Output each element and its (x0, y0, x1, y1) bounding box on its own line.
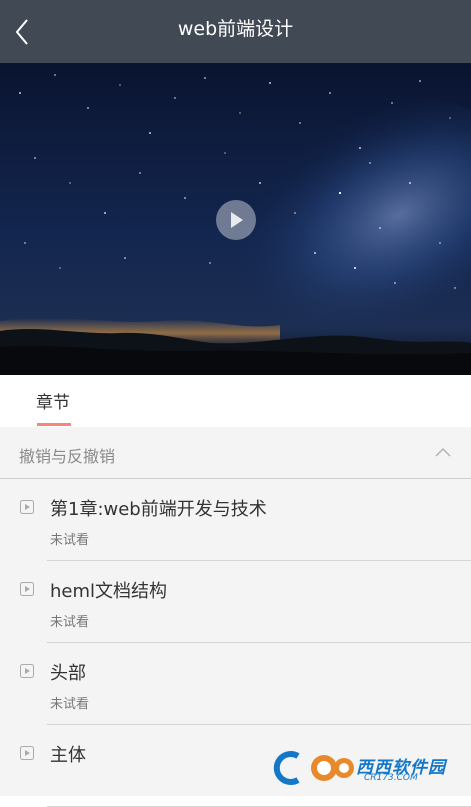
section-title: 撤销与反撤销 (19, 447, 116, 466)
lesson-title: heml文档结构 (50, 581, 168, 602)
section-header[interactable]: 撤销与反撤销 (0, 427, 471, 479)
watermark-subtext: CR173.COM (364, 773, 418, 783)
active-tab-indicator (37, 423, 71, 426)
lesson-item[interactable]: 第1章:web前端开发与技术 未试看 (0, 479, 471, 561)
lesson-title: 头部 (50, 663, 86, 684)
lesson-title: 主体 (50, 745, 86, 766)
video-lesson-icon (20, 582, 34, 596)
tab-chapters-label: 章节 (36, 393, 70, 413)
tab-bar: 章节 (0, 375, 471, 427)
watermark-emblem-icon (273, 751, 354, 785)
video-lesson-icon (20, 500, 34, 514)
lesson-status: 未试看 (50, 615, 90, 630)
lesson-item[interactable]: heml文档结构 未试看 (0, 561, 471, 643)
lesson-status: 未试看 (50, 533, 90, 548)
chevron-up-icon (435, 447, 451, 457)
watermark-logo: 西西软件园 CR173.COM (272, 750, 451, 786)
chapter-list: 撤销与反撤销 第1章:web前端开发与技术 未试看 heml文档结构 未试看 头… (0, 427, 471, 807)
lesson-status: 未试看 (50, 697, 90, 712)
video-lesson-icon (20, 746, 34, 760)
app-header: web前端设计 (0, 0, 471, 63)
play-icon (231, 212, 243, 228)
video-lesson-icon (20, 664, 34, 678)
play-button[interactable] (216, 200, 256, 240)
lesson-item[interactable]: 头部 未试看 (0, 643, 471, 725)
video-player[interactable] (0, 63, 471, 375)
page-title: web前端设计 (177, 18, 294, 40)
lesson-title: 第1章:web前端开发与技术 (50, 499, 267, 520)
tab-chapters[interactable]: 章节 (22, 375, 84, 427)
